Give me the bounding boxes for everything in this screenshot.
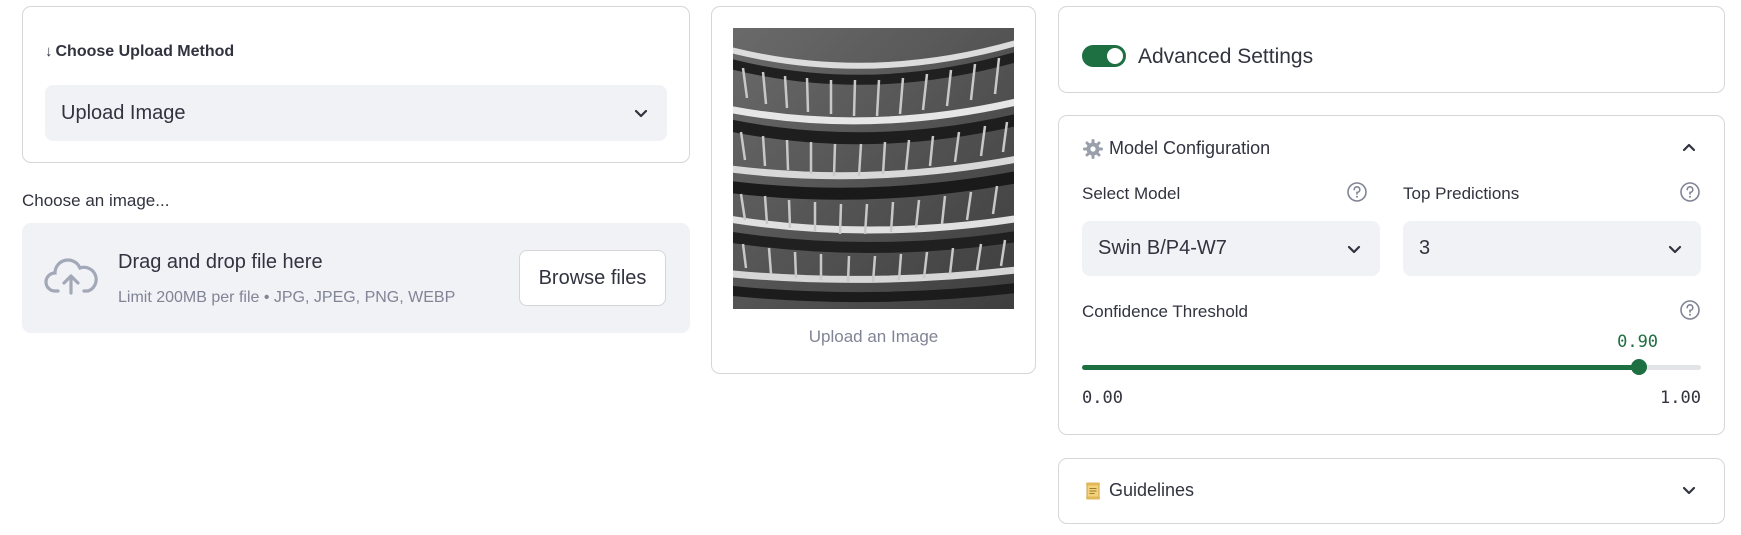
chevron-down-icon[interactable] [1680, 481, 1698, 499]
guidelines-header[interactable]: Guidelines [1083, 480, 1194, 501]
gear-icon [1083, 138, 1103, 159]
model-select-value: Swin B/P4-W7 [1098, 237, 1227, 259]
cloud-upload-icon [44, 258, 98, 295]
confidence-slider-max: 1.00 [1660, 388, 1701, 408]
browse-files-button[interactable]: Browse files [519, 250, 666, 306]
confidence-slider-value: 0.90 [1617, 332, 1659, 352]
uploaded-image [733, 28, 1014, 309]
model-select[interactable]: Swin B/P4-W7 [1082, 221, 1380, 276]
advanced-settings-toggle[interactable] [1082, 45, 1126, 67]
arrow-down-icon: ↓ [45, 43, 53, 60]
confidence-slider-min: 0.00 [1082, 388, 1123, 408]
file-dropzone[interactable]: Drag and drop file here Limit 200MB per … [22, 223, 690, 333]
help-icon[interactable] [1679, 181, 1701, 203]
confidence-slider-track[interactable] [1082, 365, 1701, 370]
confidence-slider-thumb[interactable] [1631, 359, 1648, 375]
upload-method-select[interactable]: Upload Image [45, 85, 667, 141]
upload-method-panel: ↓ Choose Upload Method Upload Image [22, 6, 690, 163]
model-configuration-header[interactable]: Model Configuration [1083, 138, 1270, 159]
top-predictions-value: 3 [1419, 237, 1431, 259]
image-preview-panel: Upload an Image [711, 6, 1036, 374]
uploader-label: Choose an image... [22, 191, 170, 210]
upload-method-label[interactable]: ↓ Choose Upload Method [45, 43, 234, 61]
chevron-up-icon[interactable] [1680, 138, 1698, 156]
chevron-down-icon [634, 109, 648, 118]
dropzone-limits: Limit 200MB per file • JPG, JPEG, PNG, W… [118, 289, 456, 306]
model-configuration-title: Model Configuration [1109, 138, 1271, 158]
model-configuration-expander: Model Configuration Select Model Swin B/… [1058, 115, 1725, 435]
chevron-down-icon [1347, 245, 1361, 253]
scroll-icon [1086, 482, 1100, 499]
advanced-settings-label: Advanced Settings [1138, 45, 1314, 68]
confidence-slider-fill [1082, 365, 1640, 370]
top-predictions-label: Top Predictions [1403, 184, 1520, 203]
toggle-knob [1107, 48, 1123, 64]
dropzone-title: Drag and drop file here [118, 251, 323, 273]
top-predictions-select[interactable]: 3 [1403, 221, 1701, 276]
guidelines-title: Guidelines [1109, 480, 1195, 500]
upload-method-value: Upload Image [61, 101, 186, 124]
help-icon[interactable] [1346, 181, 1368, 203]
chevron-down-icon [1668, 245, 1682, 253]
select-model-label: Select Model [1082, 184, 1181, 203]
advanced-settings-panel: Advanced Settings [1058, 6, 1725, 93]
preview-caption: Upload an Image [808, 327, 939, 346]
help-icon[interactable] [1679, 299, 1701, 321]
confidence-threshold-label: Confidence Threshold [1082, 302, 1249, 321]
guidelines-expander: Guidelines [1058, 458, 1725, 524]
